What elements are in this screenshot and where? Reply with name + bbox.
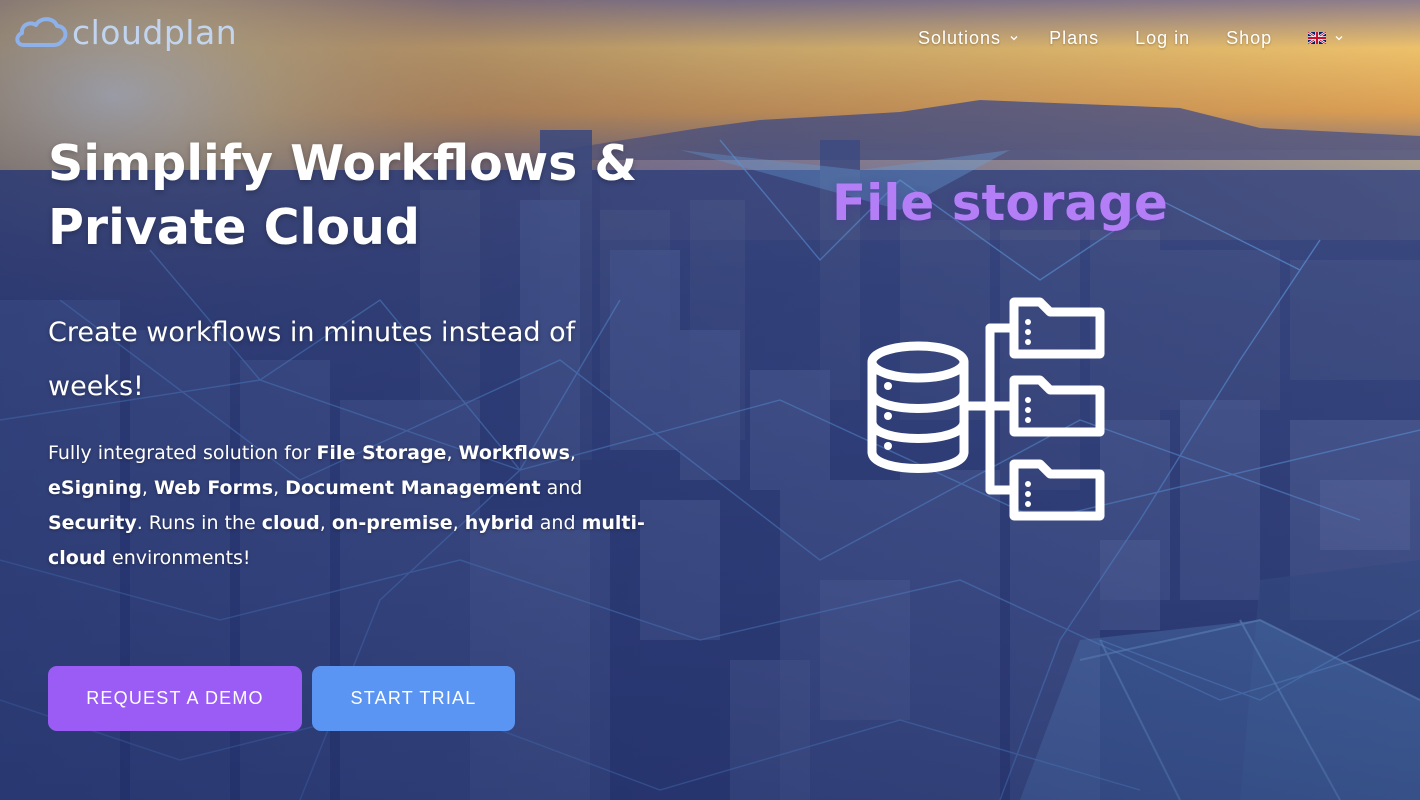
uk-flag-icon	[1308, 32, 1327, 44]
nav-login-label: Log in	[1135, 27, 1191, 48]
nav-solutions-label: Solutions	[918, 27, 1002, 48]
desc-highlight: on-premise	[331, 512, 453, 534]
main-nav: Solutions Plans Log in Shop	[918, 26, 1344, 50]
desc-highlight: File Storage	[316, 442, 447, 464]
hero-subtitle: Create workflows in minutes instead of w…	[48, 317, 576, 402]
desc-highlight: Document Management	[285, 477, 541, 499]
desc-text: environments!	[105, 547, 251, 569]
desc-highlight: hybrid	[464, 512, 534, 534]
desc-text: ,	[446, 442, 459, 464]
desc-text: ,	[569, 442, 576, 464]
nav-plans[interactable]: Plans	[1049, 26, 1099, 50]
database-folders-icon	[867, 297, 1105, 521]
desc-text: ,	[273, 477, 286, 499]
feature-title: File storage	[832, 174, 1168, 232]
hero-description: Fully integrated solution for File Stora…	[48, 436, 663, 576]
request-demo-button[interactable]: REQUEST A DEMO	[48, 666, 302, 731]
cloud-logo-icon	[15, 17, 68, 47]
desc-highlight: Workflows	[458, 442, 570, 464]
desc-text: ,	[319, 512, 332, 534]
desc-highlight: Web Forms	[153, 477, 274, 499]
nav-plans-label: Plans	[1049, 27, 1100, 48]
start-trial-button[interactable]: START TRIAL	[312, 666, 515, 731]
chevron-down-icon	[1335, 36, 1343, 41]
desc-text: ,	[141, 477, 154, 499]
desc-highlight: cloud	[261, 512, 320, 534]
landing-page: cloudplan Solutions Plans Log in Shop Si…	[0, 0, 1420, 800]
desc-highlight: Security	[48, 512, 137, 534]
nav-login[interactable]: Log in	[1135, 26, 1190, 50]
nav-shop-label: Shop	[1226, 27, 1273, 48]
desc-text: . Runs in the	[136, 512, 262, 534]
logo-text: cloudplan	[72, 12, 238, 52]
desc-highlight: eSigning	[48, 477, 142, 499]
desc-text: and	[533, 512, 582, 534]
nav-shop[interactable]: Shop	[1226, 26, 1272, 50]
nav-solutions[interactable]: Solutions	[918, 26, 1019, 50]
desc-text: Fully integrated solution for	[48, 442, 317, 464]
desc-text: ,	[452, 512, 465, 534]
chevron-down-icon	[1010, 36, 1018, 41]
language-selector[interactable]	[1308, 26, 1344, 50]
desc-text: and	[540, 477, 583, 499]
cloudplan-logo[interactable]: cloudplan	[12, 8, 237, 58]
hero-title: Simplify Workflows & Private Cloud	[48, 135, 638, 256]
